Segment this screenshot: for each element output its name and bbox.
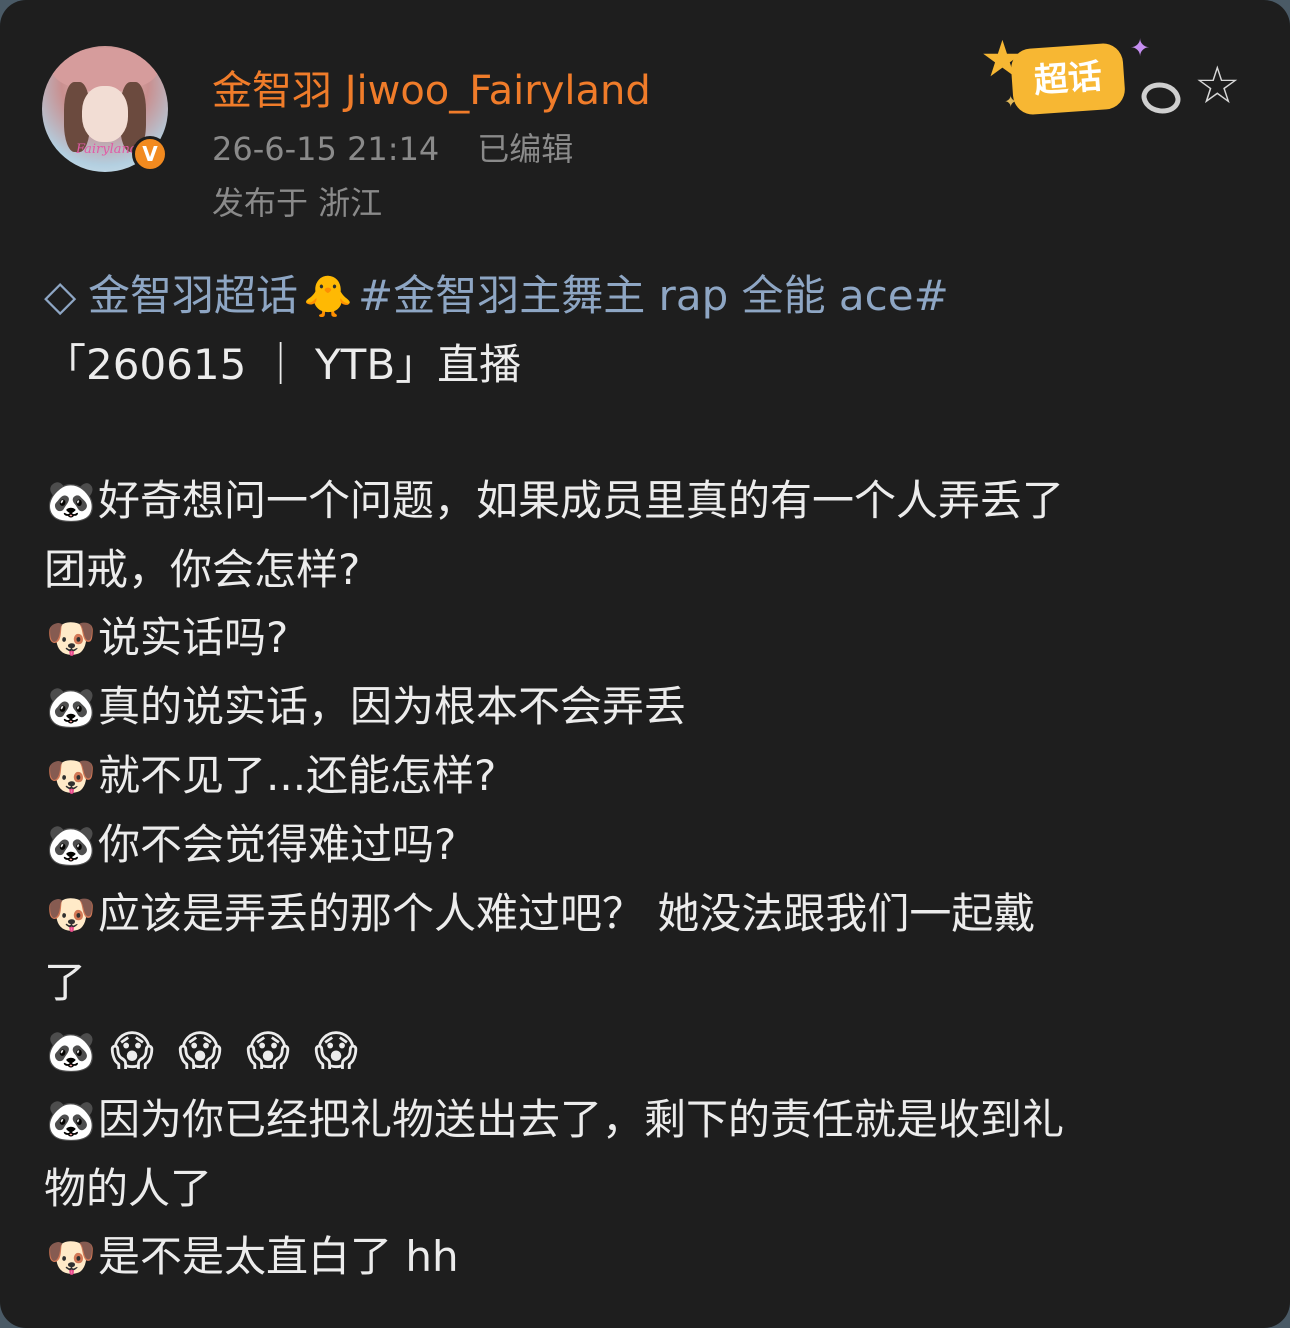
dialogue-line: 🐼 😱 😱 😱 😱 [44, 1017, 1254, 1086]
weibo-post-card: Fairyland V 金智羽 Jiwoo_Fairyland 26-6-15 … [0, 0, 1290, 1328]
dog-emoji: 🐶 [46, 616, 96, 662]
scream-emoji: 😱 [178, 1026, 222, 1075]
edited-label[interactable]: 已编辑 [477, 130, 573, 168]
dialogue-line: 物的人了 [44, 1155, 1254, 1223]
dialogue-line: 🐼好奇想问一个问题，如果成员里真的有一个人弄丢了 [44, 467, 1254, 536]
dialogue-line: 🐼你不会觉得难过吗? [44, 811, 1254, 880]
supertopic-link[interactable]: 金智羽超话 [88, 271, 298, 320]
panda-emoji: 🐼 [46, 1098, 96, 1144]
supertopic-label: 超话 [1009, 42, 1127, 116]
panda-emoji: 🐼 [46, 479, 96, 525]
dialogue-text: 说实话吗? [98, 613, 289, 662]
dialogue-line: 🐶就不见了...还能怎样? [44, 742, 1254, 811]
dialogue-text: 了 [44, 958, 87, 1007]
dog-emoji: 🐶 [46, 892, 96, 938]
dialogue-text: 真的说实话，因为根本不会弄丢 [98, 682, 687, 731]
chick-emoji: 🐥 [303, 274, 353, 320]
verified-badge-icon: V [132, 136, 168, 172]
topic-line: ◇ 金智羽超话 🐥 #金智羽主舞主 rap 全能 ace# [44, 262, 1254, 331]
dialogue-line: 🐼因为你已经把礼物送出去了，剩下的责任就是收到礼 [44, 1086, 1254, 1155]
dog-emoji: 🐶 [46, 754, 96, 800]
dialogue-text: 物的人了 [44, 1164, 213, 1213]
dialogue-text: 是不是太直白了 hh [98, 1232, 459, 1281]
avatar-text: Fairyland [76, 142, 139, 157]
dialogue-text: 应该是弄丢的那个人难过吧？ 她没法跟我们一起戴 [98, 889, 1036, 938]
timestamp: 26-6-15 21:14 [212, 130, 440, 168]
scream-emoji: 😱 [110, 1026, 154, 1075]
username[interactable]: 金智羽 Jiwoo_Fairyland [212, 58, 651, 116]
dialogue-text: 就不见了...还能怎样? [98, 751, 497, 800]
dialogue-text: 团戒，你会怎样? [44, 545, 361, 594]
dialogue-text: 你不会觉得难过吗? [98, 820, 457, 869]
post-header: 「260615 ｜ YTB」直播 [44, 340, 522, 389]
dog-emoji: 🐶 [46, 1235, 96, 1281]
favorite-star-icon[interactable]: ☆ [1194, 60, 1241, 112]
dialogue-line: 🐶应该是弄丢的那个人难过吧？ 她没法跟我们一起戴 [44, 880, 1254, 949]
scream-emoji: 😱 [314, 1026, 358, 1075]
post-meta: 26-6-15 21:14 已编辑 [212, 124, 573, 170]
dialogue-line: 🐼真的说实话，因为根本不会弄丢 [44, 673, 1254, 742]
dialogue-line: 🐶是不是太直白了 hh [44, 1223, 1254, 1292]
panda-emoji: 🐼 [46, 685, 96, 731]
dialogue-line: 团戒，你会怎样? [44, 536, 1254, 604]
scream-emoji: 😱 [246, 1026, 290, 1075]
panda-emoji: 🐼 [46, 1029, 96, 1075]
dialogue-line: 🐶说实话吗? [44, 604, 1254, 673]
location: 发布于 浙江 [212, 184, 383, 222]
supertopic-diamond-icon: ◇ [44, 271, 77, 320]
sparkle-icon: ✦ [1130, 34, 1151, 62]
panda-emoji: 🐼 [46, 823, 96, 869]
dialogue-text: 因为你已经把礼物送出去了，剩下的责任就是收到礼 [98, 1095, 1065, 1144]
supertopic-badge[interactable]: ★ ✦ ✦ 超话 [980, 30, 1150, 126]
supertopic-icon[interactable] [1139, 76, 1183, 118]
hashtag-link[interactable]: #金智羽主舞主 rap 全能 ace# [358, 271, 949, 320]
dialogue-text: 好奇想问一个问题，如果成员里真的有一个人弄丢了 [98, 476, 1065, 525]
dialogue-line: 了 [44, 949, 1254, 1017]
post-content: ◇ 金智羽超话 🐥 #金智羽主舞主 rap 全能 ace# 「260615 ｜ YTB… [44, 262, 1254, 1292]
